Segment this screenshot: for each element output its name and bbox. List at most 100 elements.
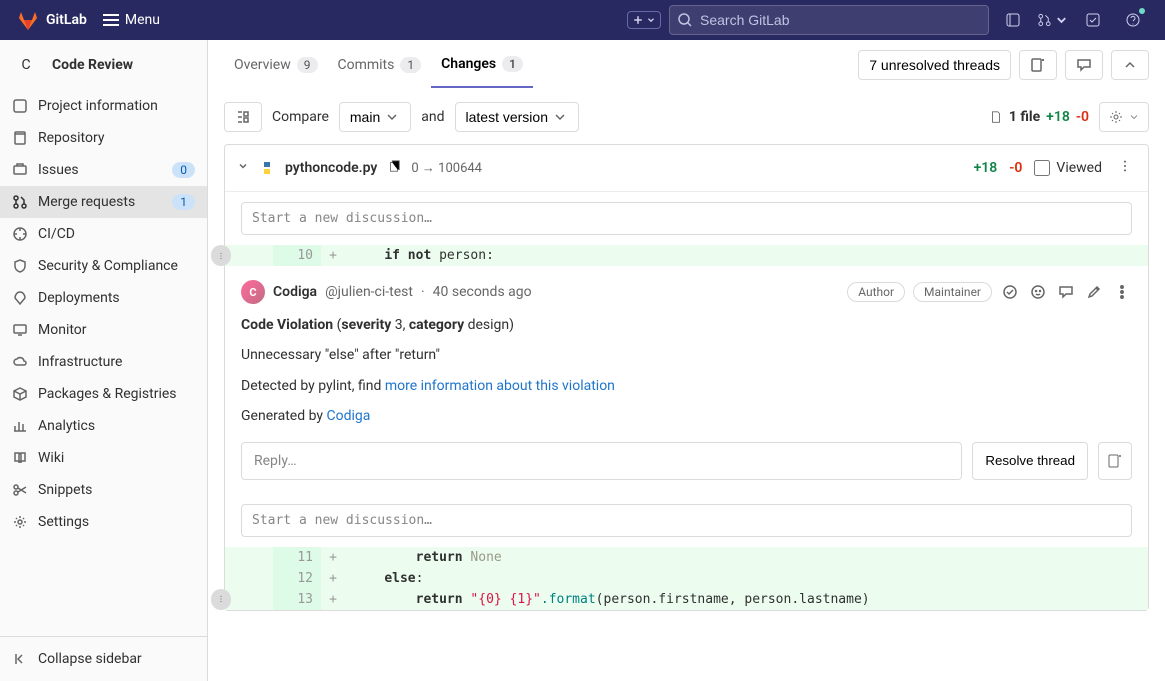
merge-request-icon [12,194,28,210]
sidebar-item-packages[interactable]: Packages & Registries [0,378,207,410]
line-sign: + [321,568,345,589]
chevron-down-icon [646,15,656,25]
line-sign: + [321,589,345,610]
new-line-num: 13 [273,589,321,610]
tab-overview[interactable]: Overview 9 [224,43,328,87]
sidebar-item-deployments[interactable]: Deployments [0,282,207,314]
gitlab-logo[interactable]: GitLab [16,8,87,32]
comment-username[interactable]: @julien-ci-test [325,284,413,300]
sidebar-item-label: Snippets [38,482,92,498]
collapse-file-toggle[interactable] [237,160,249,176]
codiga-link[interactable]: Codiga [326,408,370,424]
sidebar-item-infrastructure[interactable]: Infrastructure [0,346,207,378]
expand-context-handle[interactable] [211,589,231,610]
old-line-num [225,245,273,266]
sidebar-item-label: Security & Compliance [38,258,178,274]
book-icon [12,450,28,466]
collapse-icon [12,651,28,667]
gitlab-icon [16,8,40,32]
emoji-icon[interactable] [1028,282,1048,302]
compare-head-dropdown[interactable]: latest version [455,102,579,132]
viewed-input[interactable] [1034,160,1050,176]
tab-commits[interactable]: Commits 1 [328,43,432,87]
edit-icon[interactable] [1084,282,1104,302]
repository-icon [12,130,28,146]
expand-context-handle[interactable] [211,245,231,266]
comment-sep: · [421,284,425,300]
merge-requests-shortcut[interactable] [1037,4,1069,36]
sidebar-item-snippets[interactable]: Snippets [0,474,207,506]
file-header: pythoncode.py 0 → 100644 +18 -0 Viewed [225,145,1148,192]
code-line-13[interactable]: 13 + return "{0} {1}".format(person.firs… [225,589,1148,610]
todos-shortcut[interactable] [1077,4,1109,36]
brand-label: GitLab [46,12,87,28]
sidebar-item-cicd[interactable]: CI/CD [0,218,207,250]
comment-author[interactable]: Codiga [273,284,317,300]
unresolved-threads-button[interactable]: 7 unresolved threads [858,50,1011,80]
create-issue-button[interactable] [1019,50,1057,80]
commenter-avatar[interactable]: C [241,280,265,304]
collapse-all-button[interactable] [1111,50,1149,80]
reply-input[interactable]: Reply… [241,442,962,480]
file-name[interactable]: pythoncode.py [285,160,377,176]
sidebar-item-project-information[interactable]: Project information [0,90,207,122]
new-line-num: 11 [273,547,321,568]
viewed-checkbox[interactable]: Viewed [1034,160,1102,176]
file-tree-toggle[interactable] [224,102,262,132]
tab-badge: 1 [502,56,523,72]
code-line-11[interactable]: 11 + return None [225,547,1148,568]
tab-label: Commits [338,57,395,73]
file-options-menu[interactable] [1114,155,1136,181]
new-issue-icon [1030,57,1046,73]
resolve-thread-button[interactable]: Resolve thread [972,442,1088,480]
resolve-check-icon[interactable] [1000,282,1020,302]
sidebar-item-security[interactable]: Security & Compliance [0,250,207,282]
resolve-new-issue-button[interactable] [1098,442,1132,480]
sidebar-item-settings[interactable]: Settings [0,506,207,538]
sidebar-project-header[interactable]: C Code Review [0,40,207,90]
code-content: if not person: [345,245,1148,266]
search-input[interactable] [669,5,989,35]
chevron-down-icon [552,109,568,125]
menu-button[interactable]: Menu [95,8,168,32]
collapse-sidebar-button[interactable]: Collapse sidebar [0,637,207,681]
sidebar-item-monitor[interactable]: Monitor [0,314,207,346]
new-discussion-input-top[interactable]: Start a new discussion… [241,202,1132,235]
sidebar-item-analytics[interactable]: Analytics [0,410,207,442]
diff-settings-dropdown[interactable] [1099,102,1149,132]
content: Overview 9 Commits 1 Changes 1 7 unresol… [208,40,1165,681]
sidebar: C Code Review Project information Reposi… [0,40,208,681]
old-line-num [225,589,273,610]
violation-link[interactable]: more information about this violation [385,378,615,394]
sidebar-item-issues[interactable]: Issues 0 [0,154,207,186]
new-discussion-input-mid[interactable]: Start a new discussion… [241,504,1132,537]
more-actions-icon[interactable] [1112,282,1132,302]
compare-base-dropdown[interactable]: main [339,102,411,132]
sidebar-item-label: Packages & Registries [38,386,177,402]
sidebar-item-merge-requests[interactable]: Merge requests 1 [0,186,207,218]
help-dropdown[interactable] [1117,4,1149,36]
tab-changes[interactable]: Changes 1 [431,42,533,88]
chart-icon [12,418,28,434]
issues-shortcut[interactable] [997,4,1029,36]
copy-path-button[interactable] [387,159,401,177]
code-content: return None [345,547,1148,568]
mr-tabs: Overview 9 Commits 1 Changes 1 7 unresol… [208,40,1165,90]
sidebar-item-label: Wiki [38,450,64,466]
author-pill: Author [847,282,905,302]
cicd-icon [12,226,28,242]
code-line-12[interactable]: 12 + else: [225,568,1148,589]
jump-thread-button[interactable] [1065,50,1103,80]
sidebar-item-label: Monitor [38,322,87,338]
comment-time[interactable]: 40 seconds ago [433,284,532,300]
sidebar-item-label: Analytics [38,418,95,434]
lines-added: +18 [1046,109,1070,125]
project-name: Code Review [52,57,133,73]
new-dropdown[interactable] [627,11,661,29]
sidebar-item-wiki[interactable]: Wiki [0,442,207,474]
reply-icon[interactable] [1056,282,1076,302]
code-line-10[interactable]: 10 + if not person: [225,245,1148,266]
diff-file-card: pythoncode.py 0 → 100644 +18 -0 Viewed [224,144,1149,611]
sidebar-item-repository[interactable]: Repository [0,122,207,154]
line-sign: + [321,547,345,568]
